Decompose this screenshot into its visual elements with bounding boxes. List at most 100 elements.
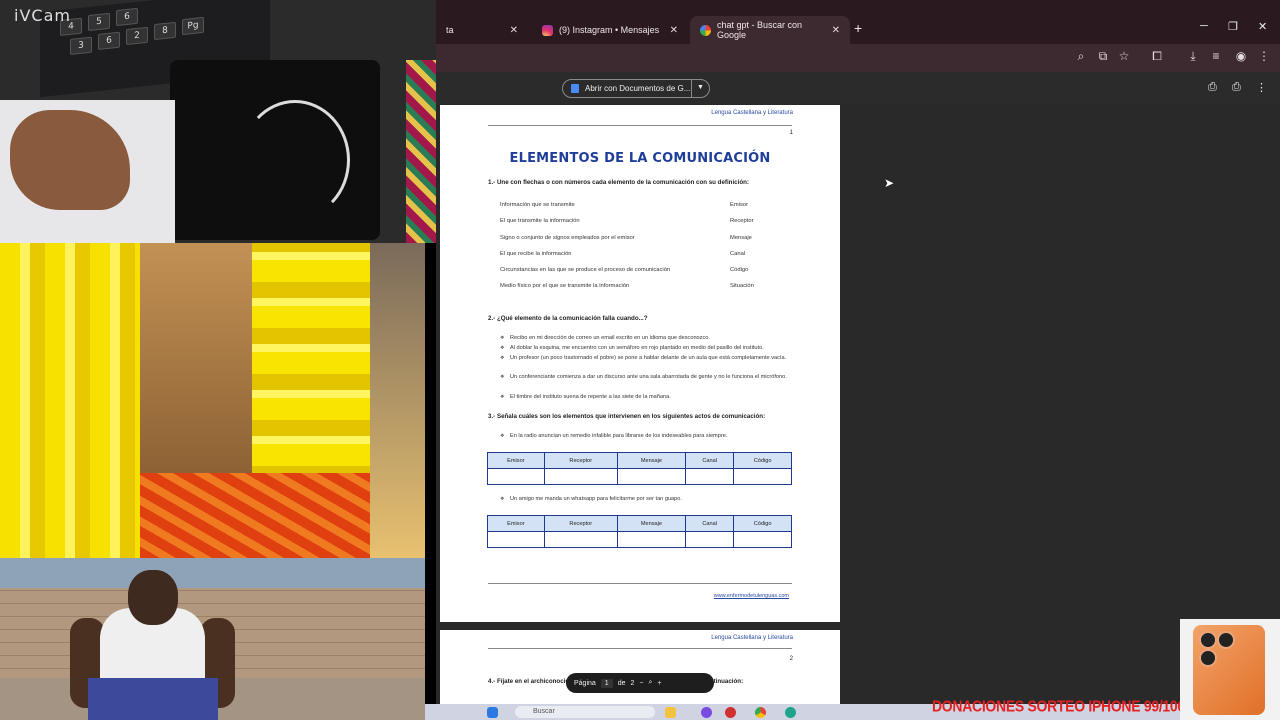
key: 6 bbox=[116, 7, 138, 27]
zoom-icon[interactable]: ⌕ bbox=[1073, 49, 1089, 64]
app-icon[interactable] bbox=[725, 707, 736, 718]
browser-toolbar: ⌕ ⧉ ☆ ⧠ ⤓ ≡ ◉ ⋮ bbox=[436, 44, 1280, 72]
element: Emisor bbox=[730, 202, 749, 208]
iphone-image bbox=[1193, 625, 1265, 715]
google-icon bbox=[700, 24, 711, 36]
edge-icon[interactable] bbox=[785, 707, 796, 718]
definition: Circunstancias en las que se produce el … bbox=[500, 267, 671, 273]
bookmark-star-icon[interactable]: ☆ bbox=[1116, 49, 1132, 63]
taskbar-search[interactable]: Buscar bbox=[515, 706, 655, 718]
table-cell bbox=[685, 468, 735, 485]
table-cell bbox=[616, 468, 687, 485]
webcam-watermark: iVCam bbox=[14, 6, 71, 25]
page-navigator: Página 1 de 2 − ⌕ + bbox=[566, 673, 714, 693]
reading-list-icon[interactable]: ≡ bbox=[1208, 49, 1224, 63]
key: 5 bbox=[88, 12, 110, 32]
menu-icon[interactable]: ⋮ bbox=[1256, 49, 1272, 63]
open-with-label: Abrir con Documentos de G... bbox=[585, 84, 691, 93]
table-header: Código bbox=[733, 452, 792, 469]
pdf-page-1: Lengua Castellana y Literatura 1 ELEMENT… bbox=[440, 105, 840, 622]
header-rule bbox=[488, 125, 792, 126]
table-cell bbox=[543, 468, 618, 485]
page-total: 2 bbox=[630, 679, 635, 687]
table-cell bbox=[543, 531, 618, 548]
tab-label: (9) Instagram • Mensajes bbox=[559, 25, 660, 35]
chrome-icon[interactable] bbox=[755, 707, 766, 718]
table-cell bbox=[616, 531, 687, 548]
extensions-icon[interactable]: ⧠ bbox=[1149, 49, 1165, 64]
instagram-icon bbox=[542, 24, 553, 36]
close-tab-icon[interactable]: ✕ bbox=[510, 25, 518, 36]
zoom-out-icon[interactable]: − bbox=[639, 680, 643, 687]
camera-lens bbox=[1199, 649, 1217, 667]
mouse-cursor-icon: ➤ bbox=[884, 176, 895, 190]
elements-table-2: Emisor Receptor Mensaje Canal Código bbox=[487, 515, 792, 548]
chevron-down-icon[interactable]: ▼ bbox=[691, 79, 709, 98]
bullet-item: Un conferenciante comienza a dar un disc… bbox=[500, 373, 800, 382]
table-cell bbox=[733, 468, 792, 485]
page-input[interactable]: 1 bbox=[600, 678, 613, 688]
print-icon[interactable]: ⎙ bbox=[1232, 81, 1241, 94]
browser-window: ta ✕ (9) Instagram • Mensajes ✕ chat gpt… bbox=[436, 0, 1280, 720]
question-3: 3.- Señala cuáles son los elementos que … bbox=[488, 413, 766, 420]
key: 3 bbox=[70, 36, 92, 55]
key: 2 bbox=[126, 26, 148, 46]
windows-start-icon[interactable] bbox=[487, 707, 498, 718]
definition: Medio físico por el que se transmite la … bbox=[500, 283, 630, 289]
close-tab-icon[interactable]: ✕ bbox=[670, 25, 678, 36]
table-header: Receptor bbox=[543, 452, 618, 469]
zoom-in-icon[interactable]: + bbox=[657, 680, 661, 687]
definition: Signo o conjunto de signos empleados por… bbox=[500, 235, 635, 241]
key: Pg bbox=[182, 16, 204, 36]
question-2: 2.- ¿Qué elemento de la comunicación fal… bbox=[488, 315, 648, 322]
iphone-promo bbox=[1180, 619, 1280, 720]
footer-rule bbox=[488, 583, 792, 584]
definition: El que transmite la información bbox=[500, 218, 580, 224]
more-options-icon[interactable]: ⋮ bbox=[1256, 81, 1267, 94]
page-label: Página bbox=[574, 679, 596, 687]
table-header: Mensaje bbox=[616, 515, 687, 532]
restore-icon[interactable]: ❐ bbox=[1228, 20, 1238, 33]
table-header: Emisor bbox=[487, 452, 545, 469]
page-header: Lengua Castellana y Literatura bbox=[711, 110, 793, 116]
bullet-item: Un profesor (un poco trastornado el pobr… bbox=[500, 354, 800, 363]
bullet-item: Recibo en mi dirección de correo un emai… bbox=[500, 334, 800, 343]
header-rule bbox=[488, 648, 792, 649]
tab-google[interactable]: chat gpt - Buscar con Google ✕ bbox=[690, 16, 850, 44]
table-cell bbox=[487, 468, 545, 485]
element: Situación bbox=[730, 283, 754, 289]
new-tab-button[interactable]: + bbox=[854, 20, 862, 36]
close-window-icon[interactable]: ✕ bbox=[1258, 20, 1267, 33]
table-header: Emisor bbox=[487, 515, 545, 532]
cave-edge bbox=[370, 243, 425, 558]
document-title: ELEMENTOS DE LA COMUNICACIÓN bbox=[509, 151, 771, 166]
key: 8 bbox=[154, 21, 176, 41]
table-cell bbox=[685, 531, 735, 548]
minimize-icon[interactable]: ─ bbox=[1200, 20, 1208, 32]
file-explorer-icon[interactable] bbox=[665, 707, 676, 718]
bullet-item: El timbre del instituto suena de repente… bbox=[500, 393, 800, 402]
tab-instagram[interactable]: (9) Instagram • Mensajes ✕ bbox=[532, 16, 688, 44]
element: Canal bbox=[730, 251, 746, 257]
footer-link[interactable]: www.enfermodetulenguas.com bbox=[714, 593, 789, 599]
bullet-item: En la radio anuncian un remedio infalibl… bbox=[500, 432, 800, 441]
bullet-item: Al doblar la esquina, me encuentro con u… bbox=[500, 344, 800, 353]
download-icon[interactable]: ⤓ bbox=[1185, 49, 1201, 64]
definition: El que recibe la información bbox=[500, 251, 572, 257]
tab-bar: ta ✕ (9) Instagram • Mensajes ✕ chat gpt… bbox=[436, 0, 1280, 44]
cable bbox=[240, 100, 350, 220]
install-app-icon[interactable]: ⧉ bbox=[1095, 49, 1111, 64]
open-with-docs-button[interactable]: Abrir con Documentos de G... ▼ bbox=[562, 79, 710, 98]
profile-avatar-icon[interactable]: ◉ bbox=[1233, 49, 1249, 63]
tab-label: ta bbox=[446, 25, 454, 35]
gta-gameplay bbox=[0, 558, 425, 720]
app-icon[interactable] bbox=[701, 707, 712, 718]
tab-partial[interactable]: ta ✕ bbox=[436, 16, 528, 44]
zoom-fit-icon[interactable]: ⌕ bbox=[649, 679, 653, 687]
sand-wall-left bbox=[0, 243, 140, 558]
page-number: 1 bbox=[789, 130, 793, 136]
close-tab-icon[interactable]: ✕ bbox=[832, 25, 840, 36]
minecraft-gameplay bbox=[0, 243, 425, 558]
camera-lens bbox=[1199, 631, 1217, 649]
drive-add-icon[interactable]: ⎙ bbox=[1208, 81, 1217, 94]
